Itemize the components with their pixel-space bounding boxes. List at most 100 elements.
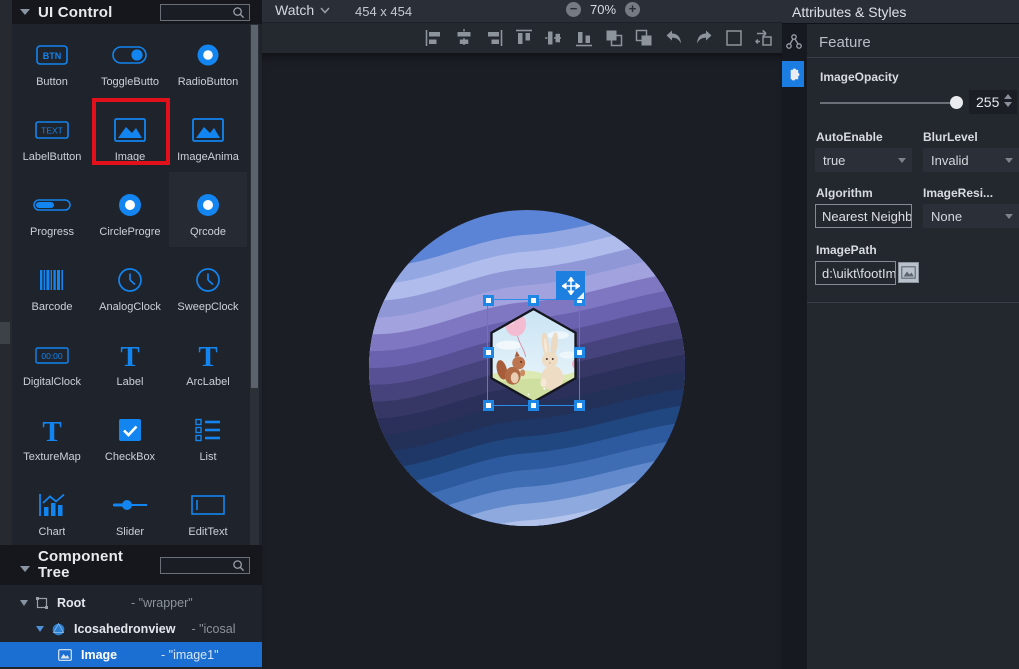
control-tile-progress[interactable]: Progress — [13, 172, 91, 247]
control-tile-label[interactable]: T Label — [91, 322, 169, 397]
spin-up-icon[interactable] — [1004, 94, 1012, 99]
svg-text:00:00: 00:00 — [41, 351, 63, 361]
align-right-icon[interactable] — [483, 27, 505, 49]
control-tile-digitalclock[interactable]: 00:00 DigitalClock — [13, 322, 91, 397]
image-icon — [109, 114, 151, 146]
align-top-icon[interactable] — [513, 27, 535, 49]
tree-node-icosahedronview[interactable]: Icosahedronview- "icosal — [0, 616, 262, 642]
device-select[interactable]: Watch — [275, 2, 330, 18]
blur-level-select[interactable]: Invalid — [923, 148, 1019, 172]
align-bottom-icon[interactable] — [573, 27, 595, 49]
control-label: Progress — [30, 226, 74, 238]
control-tile-circleprogre[interactable]: CircleProgre — [91, 172, 169, 247]
ui-control-search-input[interactable] — [160, 4, 250, 21]
auto-enable-select[interactable]: true — [815, 148, 912, 172]
spin-down-icon[interactable] — [1004, 102, 1012, 107]
component-tree-search-input[interactable] — [160, 557, 250, 574]
hierarchy-icon[interactable] — [785, 33, 803, 51]
selection-handle[interactable] — [483, 400, 494, 411]
alignment-toolbar — [262, 22, 782, 53]
toggle-icon — [109, 39, 151, 71]
node-name: Image — [81, 648, 145, 662]
section-title: Feature — [819, 34, 871, 51]
control-tile-edittext[interactable]: EditText — [169, 472, 247, 547]
image-opacity-input[interactable]: 255 — [969, 90, 1017, 114]
control-tile-slider[interactable]: Slider — [91, 472, 169, 547]
control-tile-analogclock[interactable]: AnalogClock — [91, 247, 169, 322]
chart-icon — [31, 489, 73, 521]
search-icon — [232, 559, 245, 572]
control-tile-arclabel[interactable]: T ArcLabel — [169, 322, 247, 397]
chevron-down-icon — [1005, 214, 1013, 219]
control-tile-qrcode[interactable]: Qrcode — [169, 172, 247, 247]
transform-icon[interactable] — [753, 27, 775, 49]
image-resize-select[interactable]: None — [923, 204, 1019, 228]
algorithm-select[interactable]: Nearest Neighbo — [815, 204, 912, 228]
control-label: EditText — [188, 526, 227, 538]
control-tile-list[interactable]: List — [169, 397, 247, 472]
collapse-caret-icon[interactable] — [20, 566, 30, 572]
resize-corner-mark[interactable] — [577, 292, 584, 299]
browse-image-button[interactable] — [898, 262, 919, 283]
control-tile-image[interactable]: Image — [91, 97, 169, 172]
control-tile-button[interactable]: BTN Button — [13, 22, 91, 97]
app-window: UI Control BTN Button ToggleButto RadioB… — [0, 0, 1019, 669]
control-label: List — [199, 451, 216, 463]
component-tree-title: Component Tree — [38, 549, 124, 581]
control-tile-togglebutto[interactable]: ToggleButto — [91, 22, 169, 97]
control-tile-imageanima[interactable]: ImageAnima — [169, 97, 247, 172]
control-label: Slider — [116, 526, 144, 538]
control-tile-labelbutton[interactable]: TEXT LabelButton — [13, 97, 91, 172]
expand-caret-icon[interactable] — [36, 626, 44, 632]
control-tile-texturemap[interactable]: T TextureMap — [13, 397, 91, 472]
selection-handle[interactable] — [574, 347, 585, 358]
search-icon — [232, 6, 245, 19]
scrollbar-thumb[interactable] — [251, 25, 258, 388]
selection-handle[interactable] — [528, 400, 539, 411]
align-left-icon[interactable] — [423, 27, 445, 49]
collapse-caret-icon[interactable] — [20, 9, 30, 15]
select-frame-icon[interactable] — [723, 27, 745, 49]
control-tile-sweepclock[interactable]: SweepClock — [169, 247, 247, 322]
selection-handle[interactable] — [483, 295, 494, 306]
sweepclock-icon — [187, 264, 229, 296]
zoom-level: 70% — [590, 2, 616, 17]
selection-handle[interactable] — [528, 295, 539, 306]
align-center-h-icon[interactable] — [453, 27, 475, 49]
design-canvas[interactable] — [262, 53, 782, 669]
control-tile-radiobutton[interactable]: RadioButton — [169, 22, 247, 97]
control-label: TextureMap — [23, 451, 80, 463]
move-handle-button[interactable] — [556, 271, 585, 300]
imageanim-icon — [187, 114, 229, 146]
undo-icon[interactable] — [663, 27, 685, 49]
frame-icon — [36, 597, 48, 609]
bring-forward-icon[interactable] — [603, 27, 625, 49]
image-opacity-slider[interactable] — [820, 102, 957, 104]
expand-caret-icon[interactable] — [20, 600, 28, 606]
selection-handle[interactable] — [574, 400, 585, 411]
zoom-in-button[interactable]: + — [625, 2, 640, 17]
algorithm-label: Algorithm — [816, 186, 873, 200]
left-edge-strip — [0, 0, 12, 545]
tree-node-image[interactable]: Image- "image1" — [0, 642, 262, 667]
tree-node-root[interactable]: Root- "wrapper" — [0, 590, 262, 616]
feature-tab[interactable] — [782, 61, 804, 87]
left-edge-tab[interactable] — [0, 322, 10, 344]
auto-enable-label: AutoEnable — [816, 130, 883, 144]
control-tile-chart[interactable]: Chart — [13, 472, 91, 547]
zoom-controls: − 70% + — [566, 2, 640, 17]
control-label: Qrcode — [190, 226, 226, 238]
align-center-v-icon[interactable] — [543, 27, 565, 49]
slider-handle[interactable] — [950, 96, 963, 109]
send-backward-icon[interactable] — [633, 27, 655, 49]
control-label: Image — [115, 151, 146, 163]
spinner-buttons[interactable] — [1004, 94, 1012, 107]
node-name: Icosahedronview — [74, 622, 175, 636]
selection-handle[interactable] — [483, 347, 494, 358]
redo-icon[interactable] — [693, 27, 715, 49]
image-path-input[interactable]: d:\uikt\footIm — [815, 261, 896, 285]
control-tile-barcode[interactable]: Barcode — [13, 247, 91, 322]
zoom-out-button[interactable]: − — [566, 2, 581, 17]
control-tile-checkbox[interactable]: CheckBox — [91, 397, 169, 472]
controls-scrollbar[interactable] — [250, 24, 259, 545]
